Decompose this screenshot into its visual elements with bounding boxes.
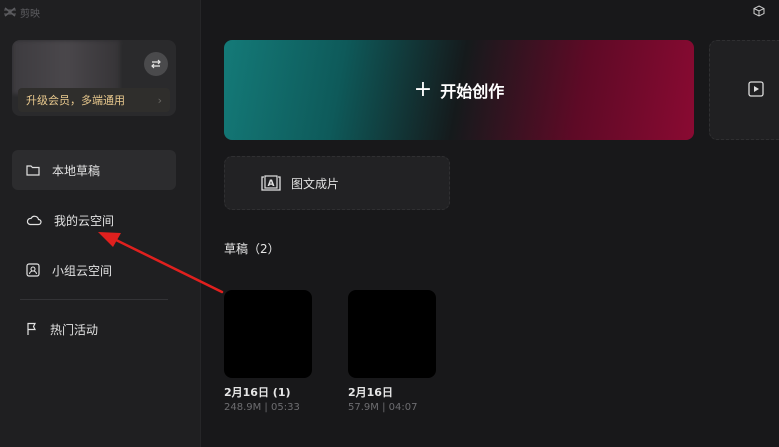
profile-card[interactable]: 升级会员，多端通用 › bbox=[12, 40, 176, 116]
upgrade-label: 升级会员，多端通用 bbox=[26, 94, 125, 107]
swap-icon bbox=[151, 59, 161, 69]
logo-icon bbox=[4, 7, 16, 17]
draft-name: 2月16日 (1) bbox=[224, 386, 291, 399]
switch-account-button[interactable] bbox=[144, 52, 168, 76]
folder-icon bbox=[26, 165, 40, 176]
draft-card[interactable]: 2月16日 (1) 248.9M | 05:33 bbox=[224, 290, 312, 413]
start-creation-label: 开始创作 bbox=[440, 82, 505, 101]
draft-thumbnail[interactable] bbox=[224, 290, 312, 378]
upgrade-membership-button[interactable]: 升级会员，多端通用 › bbox=[18, 88, 170, 112]
video-frame-icon bbox=[748, 81, 764, 97]
flag-icon bbox=[27, 322, 36, 335]
avatar bbox=[12, 40, 120, 94]
top-right-toolbar bbox=[753, 5, 765, 17]
cube-icon[interactable] bbox=[753, 5, 765, 17]
image-to-video-label: 图文成片 bbox=[291, 176, 340, 191]
cloud-icon bbox=[26, 215, 42, 226]
sidebar-item-team-cloud[interactable]: 小组云空间 bbox=[12, 250, 176, 290]
plus-icon: + bbox=[413, 76, 433, 102]
chevron-right-icon: › bbox=[157, 93, 162, 107]
sidebar-nav: 本地草稿 我的云空间 小组云空间 bbox=[12, 150, 176, 300]
draft-meta: 57.9M | 04:07 bbox=[348, 402, 418, 413]
draft-thumbnail[interactable] bbox=[348, 290, 436, 378]
text-image-icon: A bbox=[261, 175, 281, 191]
draft-name: 2月16日 bbox=[348, 386, 393, 399]
sidebar-item-local-drafts[interactable]: 本地草稿 bbox=[12, 150, 176, 190]
image-to-video-button[interactable]: A 图文成片 bbox=[224, 156, 450, 210]
main-content: + 开始创作 A 图文成片 草稿（2） 2月16日 (1) 248.9M | 0… bbox=[201, 0, 779, 447]
sidebar: 剪映 升级会员，多端通用 › 本地草稿 我的云空间 小组云空间 热门活动 bbox=[0, 0, 201, 447]
svg-text:A: A bbox=[268, 179, 275, 189]
app-brand: 剪映 bbox=[4, 4, 40, 20]
app-window: 剪映 升级会员，多端通用 › 本地草稿 我的云空间 小组云空间 热门活动 + 开… bbox=[0, 0, 779, 447]
sidebar-item-my-cloud[interactable]: 我的云空间 bbox=[12, 200, 176, 240]
team-cloud-icon bbox=[26, 263, 40, 277]
sidebar-item-hot-events[interactable]: 热门活动 bbox=[12, 309, 176, 349]
sidebar-item-label: 热门活动 bbox=[50, 322, 99, 337]
sidebar-divider bbox=[20, 299, 168, 300]
draft-card[interactable]: 2月16日 57.9M | 04:07 bbox=[348, 290, 436, 413]
start-creation-button[interactable]: + 开始创作 bbox=[224, 40, 694, 140]
sidebar-item-label: 小组云空间 bbox=[52, 263, 113, 278]
sidebar-item-label: 本地草稿 bbox=[52, 163, 101, 178]
app-name: 剪映 bbox=[20, 8, 40, 20]
drafts-section-title: 草稿（2） bbox=[224, 242, 280, 256]
secondary-create-card[interactable] bbox=[709, 40, 779, 140]
draft-meta: 248.9M | 05:33 bbox=[224, 402, 300, 413]
sidebar-item-label: 我的云空间 bbox=[54, 213, 115, 228]
